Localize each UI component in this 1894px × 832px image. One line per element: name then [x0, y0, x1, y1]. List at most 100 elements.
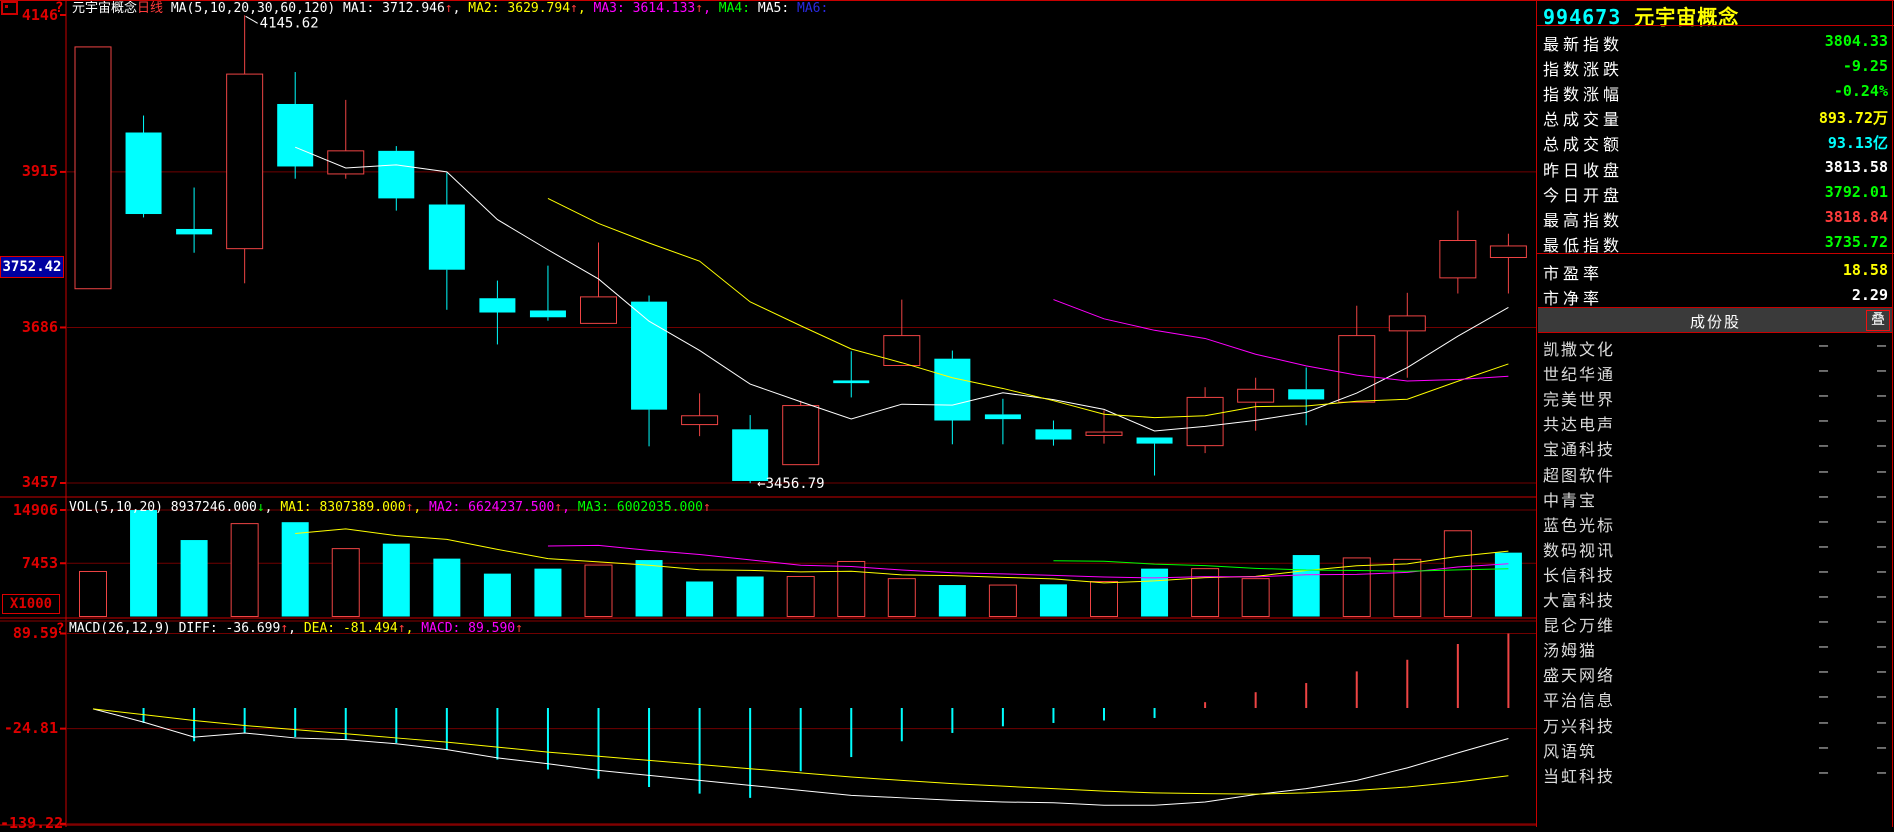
- stock-name: 当虹科技: [1543, 763, 1615, 787]
- stock-row[interactable]: 宝通科技 — —: [1541, 434, 1890, 459]
- legend-segment: MA3: 3614.133: [594, 1, 696, 16]
- legend-segment: DEA: -81.494: [304, 621, 398, 636]
- stat-value: -0.24%: [1834, 82, 1888, 100]
- stat-label: 昨日收盘: [1543, 157, 1623, 181]
- volume-bar: [433, 559, 460, 617]
- legend-segment: ↑: [570, 1, 578, 16]
- legend-segment: ↓: [257, 500, 265, 515]
- stock-row[interactable]: 当虹科技 — —: [1541, 761, 1890, 786]
- panel-left-border: [1536, 0, 1537, 827]
- legend-segment: ↑: [695, 1, 703, 16]
- stock-row[interactable]: 大富科技 — —: [1541, 585, 1890, 610]
- legend-segment: MA1: 8307389.000: [280, 500, 405, 515]
- stock-row[interactable]: 汤姆猫 — —: [1541, 635, 1890, 660]
- candle-body: [934, 359, 970, 421]
- volume-bar: [1192, 569, 1219, 617]
- legend-segment: ↑: [554, 500, 562, 515]
- legend-segment: ,: [578, 1, 594, 16]
- legend-segment: MA6:: [797, 1, 828, 16]
- stock-row[interactable]: 昆仑万维 — —: [1541, 610, 1890, 635]
- stock-name: 凯撒文化: [1543, 336, 1615, 360]
- candle-body: [732, 429, 768, 481]
- annotation-label: ←3456.79: [757, 476, 824, 492]
- legend-segment: MACD: 89.590: [421, 621, 515, 636]
- stock-price-placeholder: —: [1819, 637, 1828, 655]
- stock-row[interactable]: 凯撒文化 — —: [1541, 334, 1890, 359]
- legend-segment: ,: [562, 500, 578, 515]
- stock-price-placeholder: —: [1819, 512, 1828, 530]
- stock-row[interactable]: 世纪华通 — —: [1541, 359, 1890, 384]
- stock-price-placeholder: —: [1819, 687, 1828, 705]
- stock-change-placeholder: —: [1877, 687, 1886, 705]
- stock-row[interactable]: 数码视讯 — —: [1541, 535, 1890, 560]
- candle-body: [1035, 429, 1071, 439]
- stock-change-placeholder: —: [1877, 562, 1886, 580]
- stock-row[interactable]: 长信科技 — —: [1541, 560, 1890, 585]
- top-border: [0, 0, 1894, 1]
- volume-bar: [534, 569, 561, 617]
- legend-segment: MA4:: [719, 1, 758, 16]
- volume-bar: [282, 522, 309, 616]
- stock-price-placeholder: —: [1819, 662, 1828, 680]
- legend-segment: ,: [406, 621, 422, 636]
- stat-row: 最低指数 3735.72: [1541, 230, 1890, 255]
- stock-row[interactable]: 蓝色光标 — —: [1541, 510, 1890, 535]
- stat-value: 893.72万: [1819, 107, 1888, 128]
- stock-name: 风语筑: [1543, 738, 1597, 762]
- stock-row[interactable]: 超图软件 — —: [1541, 460, 1890, 485]
- candle-body: [1086, 432, 1122, 435]
- stat-row: 总成交量 893.72万: [1541, 104, 1890, 129]
- panel-right-border: [1892, 0, 1893, 827]
- volume-bar: [787, 576, 814, 616]
- candle-body: [1137, 437, 1173, 443]
- price-tick: 3686: [0, 320, 58, 334]
- legend-segment: MA3: 6002035.000: [578, 500, 703, 515]
- stat-value: 3804.33: [1825, 32, 1888, 50]
- stock-row[interactable]: 平治信息 — —: [1541, 685, 1890, 710]
- stock-name: 蓝色光标: [1543, 512, 1615, 536]
- candle-body: [75, 47, 111, 289]
- legend-segment: ,: [413, 500, 429, 515]
- candle-body: [530, 310, 566, 317]
- legend-segment: MA5:: [758, 1, 797, 16]
- candle-body: [479, 298, 515, 312]
- volume-bar: [686, 581, 713, 616]
- stat-value: 3792.01: [1825, 183, 1888, 201]
- volume-unit-label: X1000: [2, 594, 60, 614]
- candle-body: [1288, 389, 1324, 399]
- stock-row[interactable]: 完美世界 — —: [1541, 384, 1890, 409]
- volume-bar: [1495, 553, 1522, 617]
- constituents-title: 成份股: [1538, 311, 1893, 332]
- legend-segment: ↑: [703, 500, 711, 515]
- volume-bar: [989, 585, 1016, 616]
- stat-value: 3818.84: [1825, 208, 1888, 226]
- stock-row[interactable]: 共达电声 — —: [1541, 409, 1890, 434]
- candle-body: [581, 297, 617, 323]
- constituents-header: 成份股 叠: [1538, 307, 1893, 333]
- stock-row[interactable]: 风语筑 — —: [1541, 736, 1890, 761]
- stat-value: 3735.72: [1825, 233, 1888, 251]
- stock-price-placeholder: —: [1819, 386, 1828, 404]
- candle-body: [1389, 316, 1425, 331]
- stock-row[interactable]: 万兴科技 — —: [1541, 711, 1890, 736]
- legend-segment: ,: [265, 500, 281, 515]
- candle-body: [1339, 336, 1375, 403]
- overlay-toggle-button[interactable]: 叠: [1866, 310, 1890, 331]
- stock-change-placeholder: —: [1877, 462, 1886, 480]
- stock-change-placeholder: —: [1877, 612, 1886, 630]
- macd-tick: -139.22: [0, 816, 58, 830]
- stock-name: 汤姆猫: [1543, 637, 1597, 661]
- legend-segment: ,: [288, 621, 304, 636]
- stock-price-placeholder: —: [1819, 462, 1828, 480]
- stock-name: 盛天网络: [1543, 662, 1615, 686]
- ratio-row: 市盈率 18.58: [1541, 258, 1890, 283]
- stock-row[interactable]: 盛天网络 — —: [1541, 660, 1890, 685]
- stock-change-placeholder: —: [1877, 361, 1886, 379]
- stock-row[interactable]: 中青宝 — —: [1541, 485, 1890, 510]
- stat-row: 指数涨幅 -0.24%: [1541, 79, 1890, 104]
- candle-body: [833, 380, 869, 383]
- stock-price-placeholder: —: [1819, 411, 1828, 429]
- main-pane-legend: 元宇宙概念日线 MA(5,10,20,30,60,120) MA1: 3712.…: [72, 2, 828, 16]
- candle-body: [176, 229, 212, 234]
- price-tick: 3457: [0, 475, 58, 489]
